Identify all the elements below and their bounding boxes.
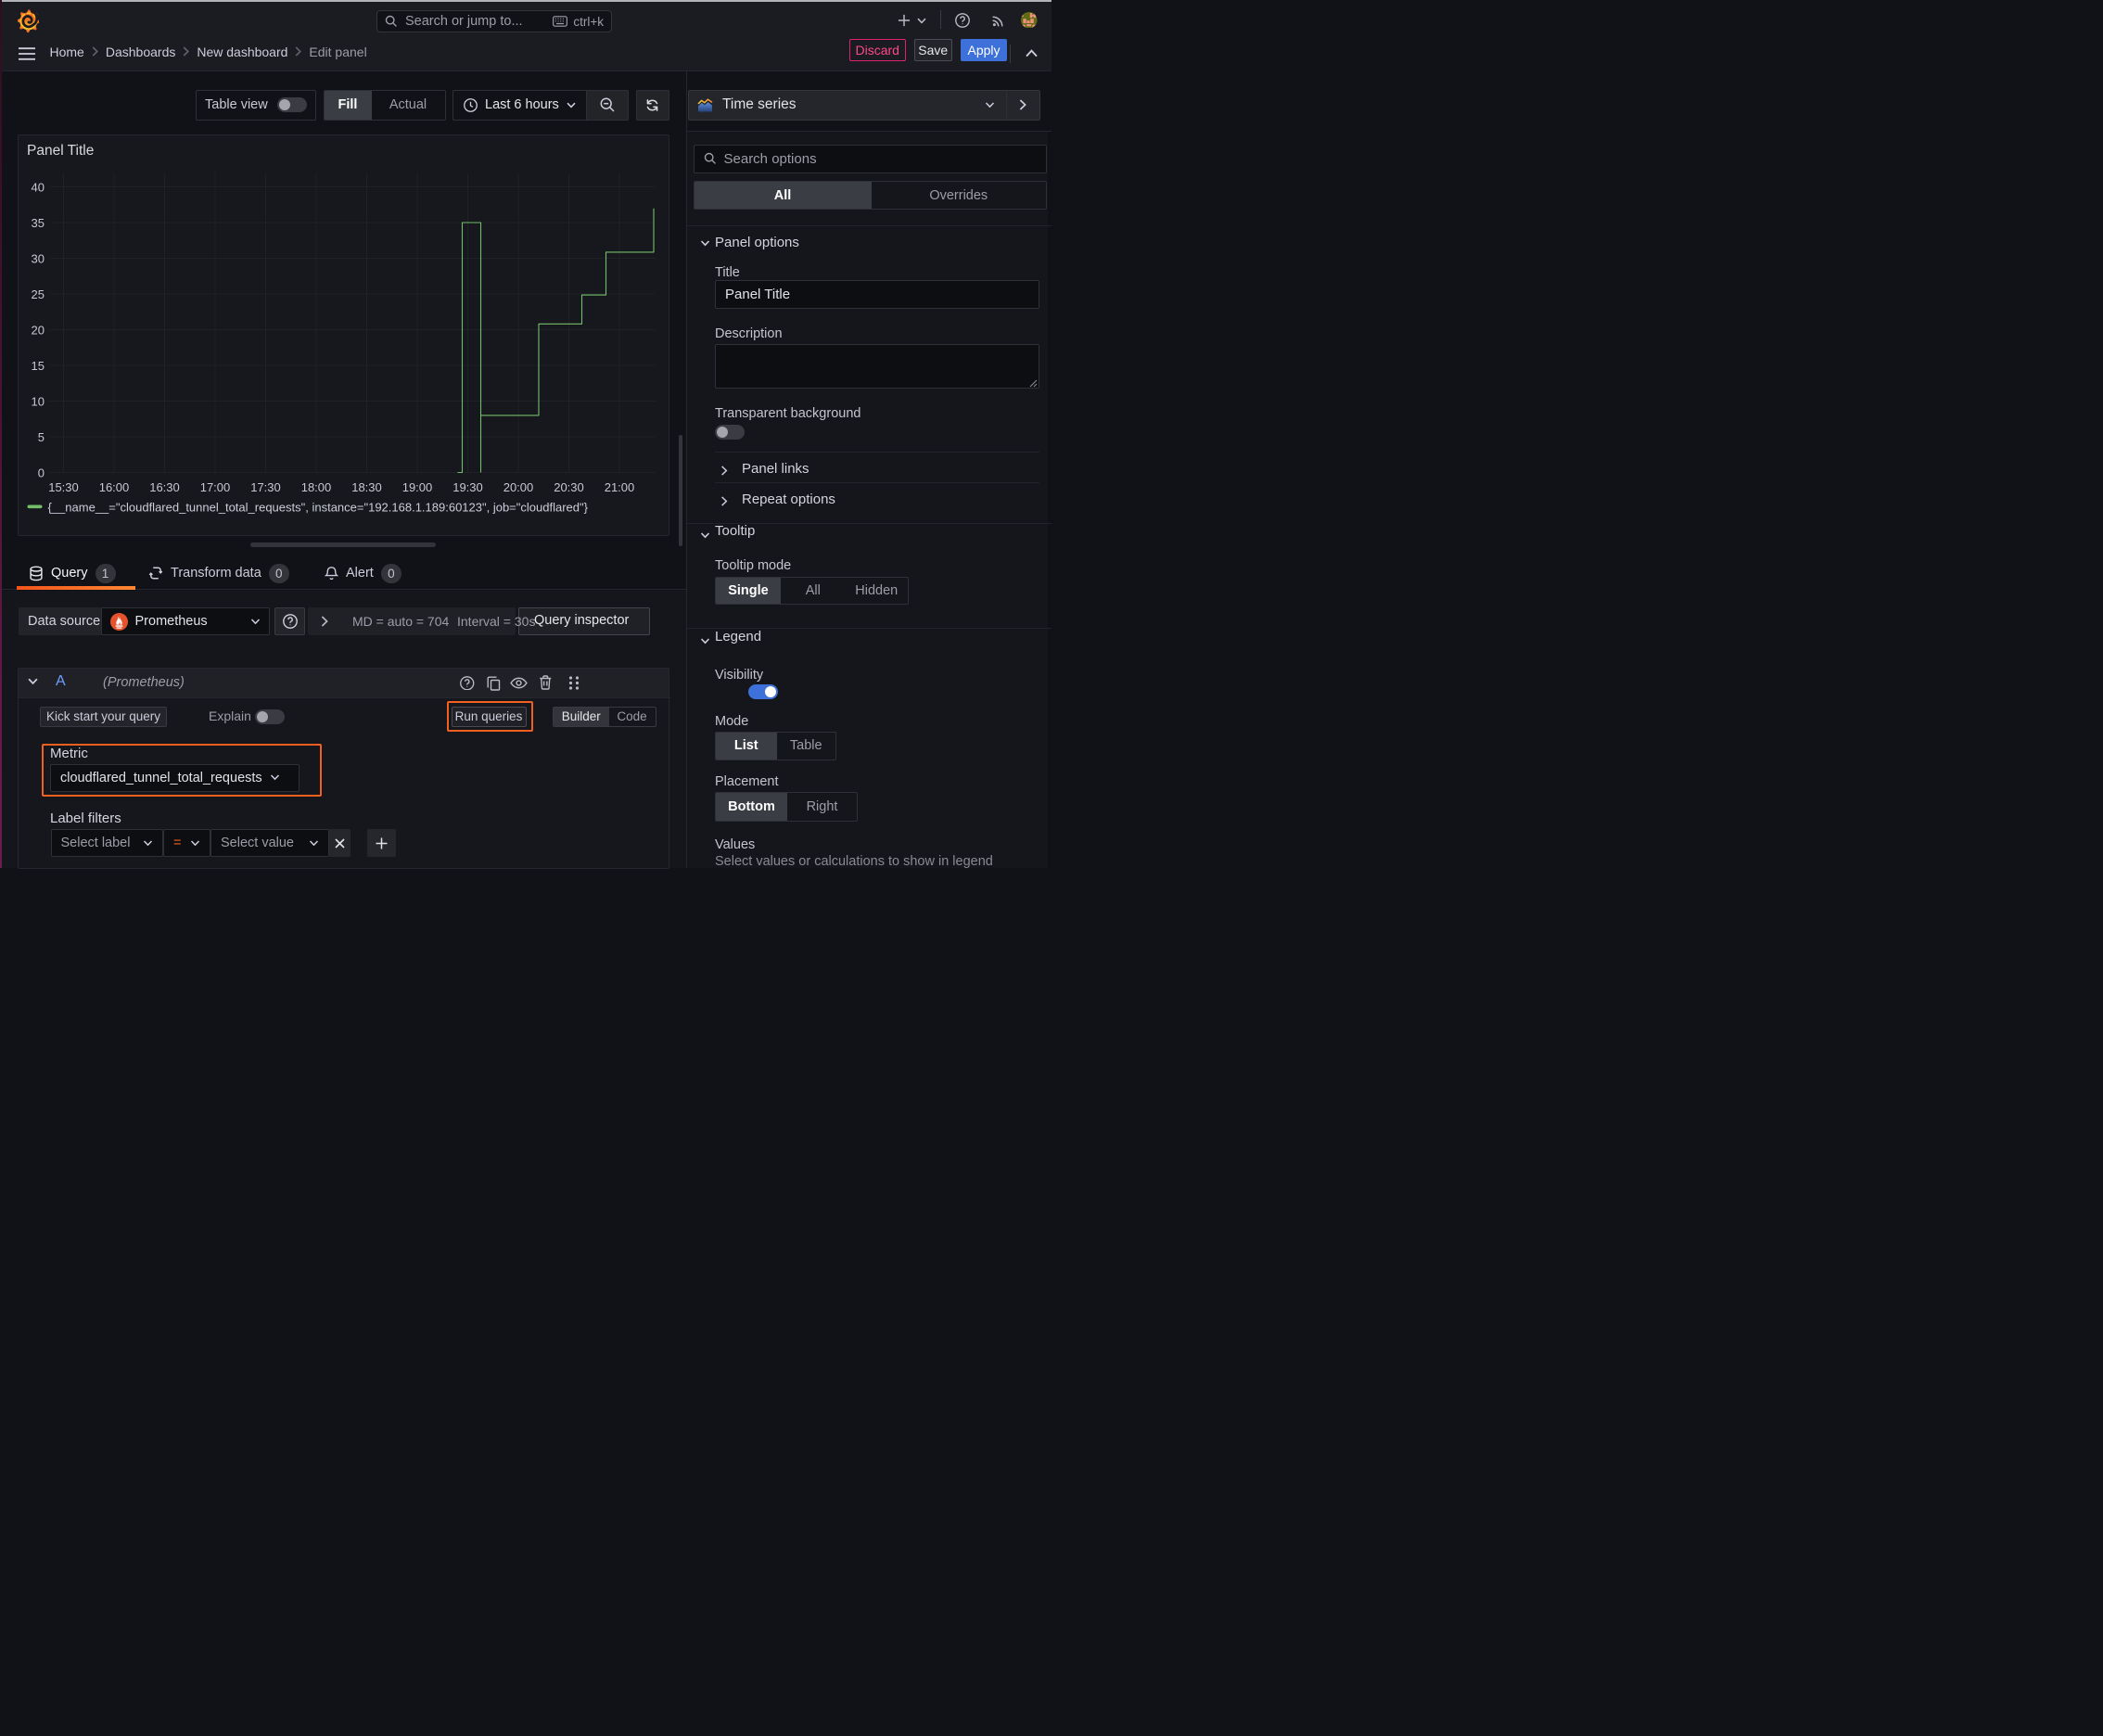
svg-text:5: 5 (37, 430, 44, 444)
svg-text:10: 10 (31, 395, 44, 409)
svg-text:25: 25 (31, 287, 44, 301)
svg-text:17:30: 17:30 (250, 480, 281, 494)
svg-text:20:00: 20:00 (503, 480, 533, 494)
svg-text:40: 40 (31, 181, 44, 195)
svg-text:20:30: 20:30 (554, 480, 584, 494)
svg-text:16:00: 16:00 (98, 480, 129, 494)
svg-text:18:30: 18:30 (351, 480, 382, 494)
svg-text:21:00: 21:00 (604, 480, 634, 494)
svg-text:15: 15 (31, 359, 44, 373)
svg-text:19:00: 19:00 (401, 480, 432, 494)
svg-text:17:00: 17:00 (199, 480, 230, 494)
svg-text:0: 0 (37, 466, 44, 480)
svg-text:{__name__="cloudflared_tunnel_: {__name__="cloudflared_tunnel_total_requ… (47, 501, 588, 515)
svg-text:19:30: 19:30 (452, 480, 483, 494)
svg-text:35: 35 (31, 216, 44, 230)
svg-text:16:30: 16:30 (149, 480, 180, 494)
svg-text:18:00: 18:00 (300, 480, 331, 494)
svg-text:20: 20 (31, 324, 44, 338)
svg-text:30: 30 (31, 252, 44, 266)
svg-text:15:30: 15:30 (48, 480, 79, 494)
